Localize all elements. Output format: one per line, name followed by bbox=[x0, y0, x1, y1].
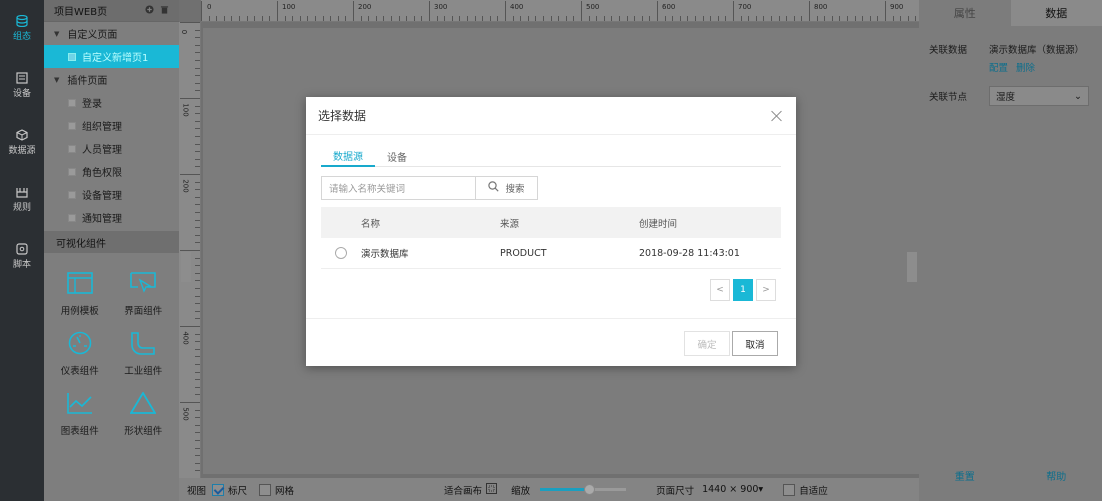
page-button[interactable]: 1 bbox=[733, 279, 753, 301]
search-button-label: 搜索 bbox=[505, 184, 525, 195]
dialog-title: 选择数据 bbox=[318, 109, 367, 123]
close-icon[interactable] bbox=[770, 109, 784, 123]
column-source: 来源 bbox=[500, 218, 520, 230]
dialog-footer: 确定 取消 bbox=[306, 318, 796, 366]
modal-overlay: 选择数据 数据源 设备 请输入名称关键词 搜索 名称 来源 创建时间 演示数据库 bbox=[0, 0, 1102, 501]
table-header: 名称 来源 创建时间 bbox=[321, 207, 781, 238]
search-input[interactable]: 请输入名称关键词 bbox=[321, 176, 476, 200]
next-page-button[interactable]: > bbox=[756, 279, 776, 301]
prev-page-button[interactable]: < bbox=[710, 279, 730, 301]
search-bar: 请输入名称关键词 搜索 bbox=[321, 176, 538, 200]
confirm-button[interactable]: 确定 bbox=[684, 331, 730, 356]
search-icon bbox=[488, 181, 500, 195]
tab-device[interactable]: 设备 bbox=[375, 145, 419, 167]
data-table: 名称 来源 创建时间 演示数据库 PRODUCT 2018-09-28 11:4… bbox=[321, 207, 781, 269]
row-radio[interactable] bbox=[335, 247, 347, 259]
table-row[interactable]: 演示数据库 PRODUCT 2018-09-28 11:43:01 bbox=[321, 238, 781, 269]
column-created: 创建时间 bbox=[639, 218, 678, 230]
dialog-header: 选择数据 bbox=[306, 97, 796, 135]
pagination: < 1 > bbox=[710, 279, 776, 301]
select-data-dialog: 选择数据 数据源 设备 请输入名称关键词 搜索 名称 来源 创建时间 演示数据库 bbox=[306, 97, 796, 366]
column-name: 名称 bbox=[361, 218, 381, 230]
search-button[interactable]: 搜索 bbox=[476, 176, 538, 200]
cell-name: 演示数据库 bbox=[361, 249, 409, 260]
dialog-tabs: 数据源 设备 bbox=[321, 145, 781, 167]
cancel-button[interactable]: 取消 bbox=[732, 331, 778, 356]
cell-source: PRODUCT bbox=[500, 247, 547, 259]
cell-created: 2018-09-28 11:43:01 bbox=[639, 247, 740, 259]
tab-datasource[interactable]: 数据源 bbox=[321, 145, 375, 167]
